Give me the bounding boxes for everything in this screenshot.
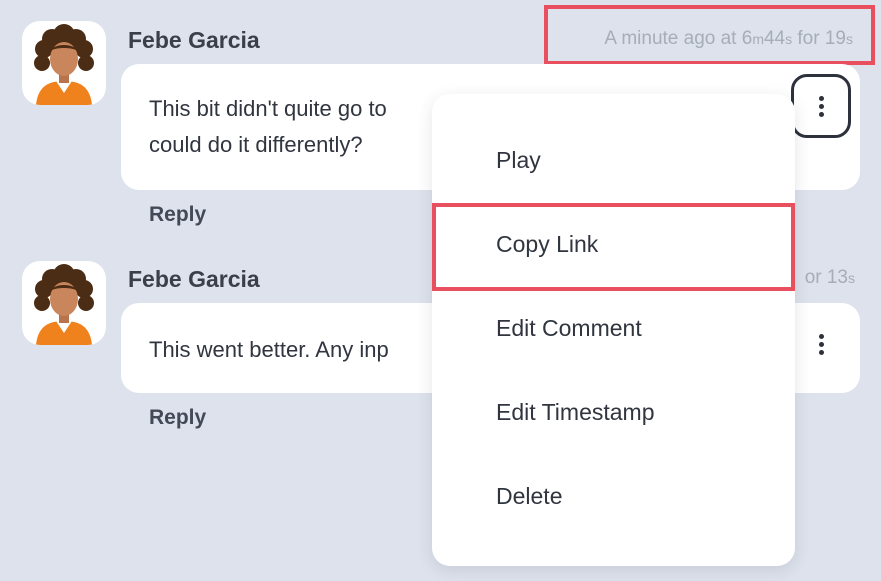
duration-prefix: for 19 [792, 28, 846, 49]
woman-avatar-icon [34, 264, 94, 345]
duration-unit: s [846, 31, 853, 47]
avatar [22, 21, 106, 105]
comment-text-line: This bit didn't quite go to [149, 96, 387, 121]
timestamp-minutes-unit: m [752, 31, 764, 47]
comments-panel: Febe Garcia A minute ago at 6m44 s for 19… [0, 0, 881, 581]
menu-item-play[interactable]: Play [432, 118, 795, 202]
comment-timestamp[interactable]: A minute ago at 6m44s for 19s [604, 28, 853, 50]
menu-item-copy-link[interactable]: Copy Link [432, 202, 795, 286]
duration-tail: or 13 [804, 267, 848, 288]
menu-item-delete[interactable]: Delete [432, 454, 795, 538]
comment-context-menu: Play Copy Link Edit Comment Edit Timesta… [432, 94, 795, 566]
comment-timestamp[interactable]: or 13s [805, 267, 855, 289]
comment-menu-button[interactable] [791, 312, 851, 376]
menu-item-edit-comment[interactable]: Edit Comment [432, 286, 795, 370]
menu-item-edit-timestamp[interactable]: Edit Timestamp [432, 370, 795, 454]
more-vertical-icon [818, 95, 824, 117]
duration-unit: s [848, 270, 855, 286]
timestamp-seconds: 44 [763, 28, 786, 49]
reply-link[interactable]: Reply [149, 406, 206, 430]
timestamp-prefix: A minute ago at 6 [604, 28, 753, 49]
comment-text-line: This went better. Any inp [149, 337, 389, 362]
avatar [22, 261, 106, 345]
reply-link[interactable]: Reply [149, 203, 206, 227]
more-vertical-icon [818, 333, 824, 355]
woman-avatar-icon [34, 24, 94, 105]
comment-text-line: could do it differently? [149, 132, 363, 157]
comment-menu-button[interactable] [791, 74, 851, 138]
comment-author: Febe Garcia [128, 27, 260, 53]
comment-author: Febe Garcia [128, 266, 260, 292]
